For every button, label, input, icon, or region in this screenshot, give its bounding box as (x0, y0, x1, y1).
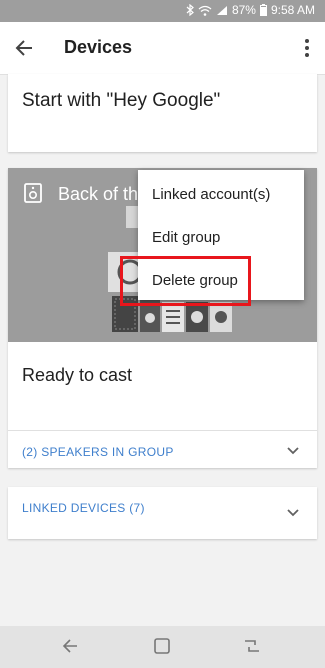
menu-item-label: Linked account(s) (152, 186, 271, 203)
signal-icon (216, 5, 227, 15)
status-icons: 87% 9:58 AM (186, 3, 315, 17)
group-name: Back of the (58, 184, 149, 204)
battery-percent: 87% (231, 3, 256, 17)
more-vert-icon[interactable] (303, 38, 311, 58)
menu-item-edit-group[interactable]: Edit group (138, 217, 304, 257)
back-arrow-icon[interactable] (12, 36, 38, 60)
chevron-down-icon (287, 509, 299, 517)
bluetooth-icon (186, 4, 194, 16)
highlight-box (120, 256, 251, 306)
linked-devices-label: LINKED DEVICES (7) (22, 501, 145, 515)
battery-icon (259, 4, 267, 16)
nav-recents-icon[interactable] (243, 636, 261, 656)
nav-home-icon[interactable] (153, 636, 171, 656)
speaker-group-icon (24, 183, 42, 203)
linked-devices-card[interactable]: LINKED DEVICES (7) (8, 487, 317, 539)
page-title: Devices (64, 37, 133, 57)
cast-status: Ready to cast (22, 365, 133, 385)
clock-time: 9:58 AM (270, 3, 315, 17)
hotword-text: Start with "Hey Google" (22, 90, 221, 111)
chevron-down-icon (287, 447, 299, 455)
wifi-icon (198, 5, 212, 16)
nav-back-icon[interactable] (62, 636, 80, 656)
menu-item-linked-accounts[interactable]: Linked account(s) (138, 174, 304, 214)
speakers-in-group-row[interactable]: (2) SPEAKERS IN GROUP (8, 431, 317, 471)
menu-item-label: Edit group (152, 229, 221, 246)
navigation-bar (0, 626, 325, 668)
status-bar: 87% 9:58 AM (0, 0, 325, 22)
speakers-in-group-label: (2) SPEAKERS IN GROUP (22, 445, 174, 459)
hotword-card[interactable]: Start with "Hey Google" (8, 74, 317, 152)
app-bar: Devices (0, 22, 325, 75)
